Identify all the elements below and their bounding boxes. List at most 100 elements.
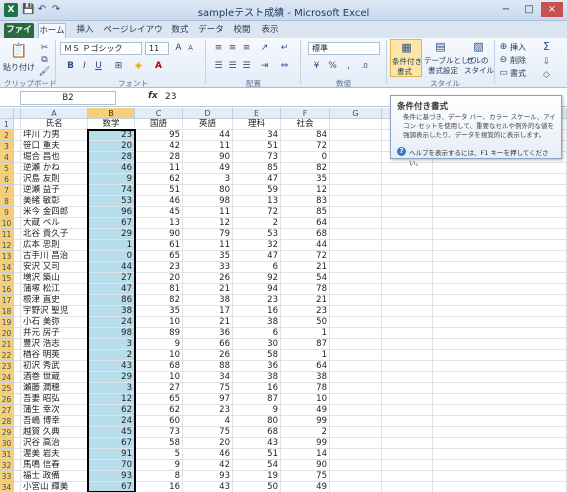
score-cell[interactable]: 45: [135, 207, 183, 218]
score-cell[interactable]: 17: [183, 306, 233, 317]
score-cell[interactable]: 30: [233, 339, 281, 350]
score-cell[interactable]: 59: [233, 185, 281, 196]
cell[interactable]: [14, 273, 21, 284]
score-cell[interactable]: 75: [281, 471, 330, 482]
cell[interactable]: [433, 295, 567, 306]
orientation-icon[interactable]: ↗: [258, 42, 271, 54]
tab-insert[interactable]: 挿入: [72, 23, 98, 38]
header-cell[interactable]: 氏名: [21, 119, 88, 130]
autosum-icon[interactable]: Σ: [540, 41, 553, 53]
cell[interactable]: [382, 229, 433, 240]
score-cell[interactable]: 64: [281, 361, 330, 372]
cell[interactable]: [433, 339, 567, 350]
cell[interactable]: [433, 207, 567, 218]
italic-button[interactable]: I: [78, 60, 91, 72]
cell[interactable]: [382, 350, 433, 361]
paste-button-label[interactable]: 貼り付け: [3, 62, 35, 73]
cell[interactable]: [433, 174, 567, 185]
score-cell[interactable]: 87: [233, 394, 281, 405]
cell[interactable]: [330, 306, 382, 317]
cell[interactable]: [14, 152, 21, 163]
cell[interactable]: [330, 427, 382, 438]
score-cell[interactable]: 54: [281, 273, 330, 284]
score-cell[interactable]: 14: [281, 449, 330, 460]
score-cell[interactable]: 0: [88, 251, 135, 262]
name-cell[interactable]: 吾妻 昭弘: [21, 394, 88, 405]
cell[interactable]: [14, 185, 21, 196]
cell[interactable]: [382, 394, 433, 405]
score-cell[interactable]: 9: [88, 174, 135, 185]
cell[interactable]: [14, 119, 21, 130]
row-header[interactable]: 8: [0, 196, 14, 207]
cell[interactable]: [382, 471, 433, 482]
cell[interactable]: [433, 196, 567, 207]
score-cell[interactable]: 65: [135, 251, 183, 262]
row-header[interactable]: 10: [0, 218, 14, 229]
score-cell[interactable]: 81: [135, 284, 183, 295]
row-header[interactable]: 32: [0, 460, 14, 471]
cell[interactable]: [382, 317, 433, 328]
row-header[interactable]: 29: [0, 427, 14, 438]
score-cell[interactable]: 38: [183, 295, 233, 306]
score-cell[interactable]: 62: [135, 405, 183, 416]
cell[interactable]: [382, 262, 433, 273]
score-cell[interactable]: 51: [233, 141, 281, 152]
cell[interactable]: [330, 185, 382, 196]
cell[interactable]: [330, 229, 382, 240]
cell[interactable]: [14, 229, 21, 240]
cell[interactable]: [433, 416, 567, 427]
score-cell[interactable]: 96: [88, 207, 135, 218]
column-header[interactable]: D: [183, 108, 233, 119]
name-cell[interactable]: 広本 忠則: [21, 240, 88, 251]
score-cell[interactable]: 23: [135, 262, 183, 273]
header-cell[interactable]: 数学: [88, 119, 135, 130]
underline-button[interactable]: U: [92, 60, 105, 72]
row-header[interactable]: 15: [0, 273, 14, 284]
row-header[interactable]: 22: [0, 350, 14, 361]
cell[interactable]: [330, 251, 382, 262]
score-cell[interactable]: 21: [281, 262, 330, 273]
select-all-corner[interactable]: [0, 108, 14, 119]
score-cell[interactable]: 75: [183, 427, 233, 438]
name-cell[interactable]: 増沢 築山: [21, 273, 88, 284]
tab-home[interactable]: ホーム: [38, 23, 66, 38]
score-cell[interactable]: 42: [135, 141, 183, 152]
name-cell[interactable]: 瀬藤 澗穂: [21, 383, 88, 394]
cell[interactable]: [382, 295, 433, 306]
name-cell[interactable]: 沢島 友則: [21, 174, 88, 185]
score-cell[interactable]: 67: [88, 482, 135, 492]
score-cell[interactable]: 12: [88, 394, 135, 405]
score-cell[interactable]: 49: [281, 482, 330, 492]
score-cell[interactable]: 49: [183, 163, 233, 174]
cell[interactable]: [330, 240, 382, 251]
score-cell[interactable]: 58: [233, 350, 281, 361]
cell[interactable]: [433, 438, 567, 449]
score-cell[interactable]: 11: [183, 240, 233, 251]
name-cell[interactable]: 逆瀬 益子: [21, 185, 88, 196]
cell[interactable]: [433, 317, 567, 328]
score-cell[interactable]: 47: [233, 251, 281, 262]
score-cell[interactable]: 70: [88, 460, 135, 471]
score-cell[interactable]: 43: [88, 361, 135, 372]
score-cell[interactable]: 98: [183, 196, 233, 207]
column-header[interactable]: G: [330, 108, 382, 119]
score-cell[interactable]: 90: [135, 229, 183, 240]
tab-page-layout[interactable]: ページレイアウト: [102, 23, 164, 50]
cell[interactable]: [382, 251, 433, 262]
cell[interactable]: [382, 185, 433, 196]
font-color-icon[interactable]: A: [152, 60, 165, 72]
score-cell[interactable]: 9: [135, 460, 183, 471]
score-cell[interactable]: 32: [233, 240, 281, 251]
score-cell[interactable]: 60: [135, 416, 183, 427]
score-cell[interactable]: 85: [233, 163, 281, 174]
comma-style-icon[interactable]: ,: [342, 60, 355, 72]
score-cell[interactable]: 51: [135, 185, 183, 196]
tab-file[interactable]: ファイル: [4, 23, 34, 50]
align-center-icon[interactable]: ☰: [226, 60, 239, 72]
name-cell[interactable]: 初沢 秀武: [21, 361, 88, 372]
row-header[interactable]: 31: [0, 449, 14, 460]
score-cell[interactable]: 84: [281, 130, 330, 141]
column-header[interactable]: C: [135, 108, 183, 119]
row-header[interactable]: 1: [0, 119, 14, 130]
cell[interactable]: [330, 152, 382, 163]
